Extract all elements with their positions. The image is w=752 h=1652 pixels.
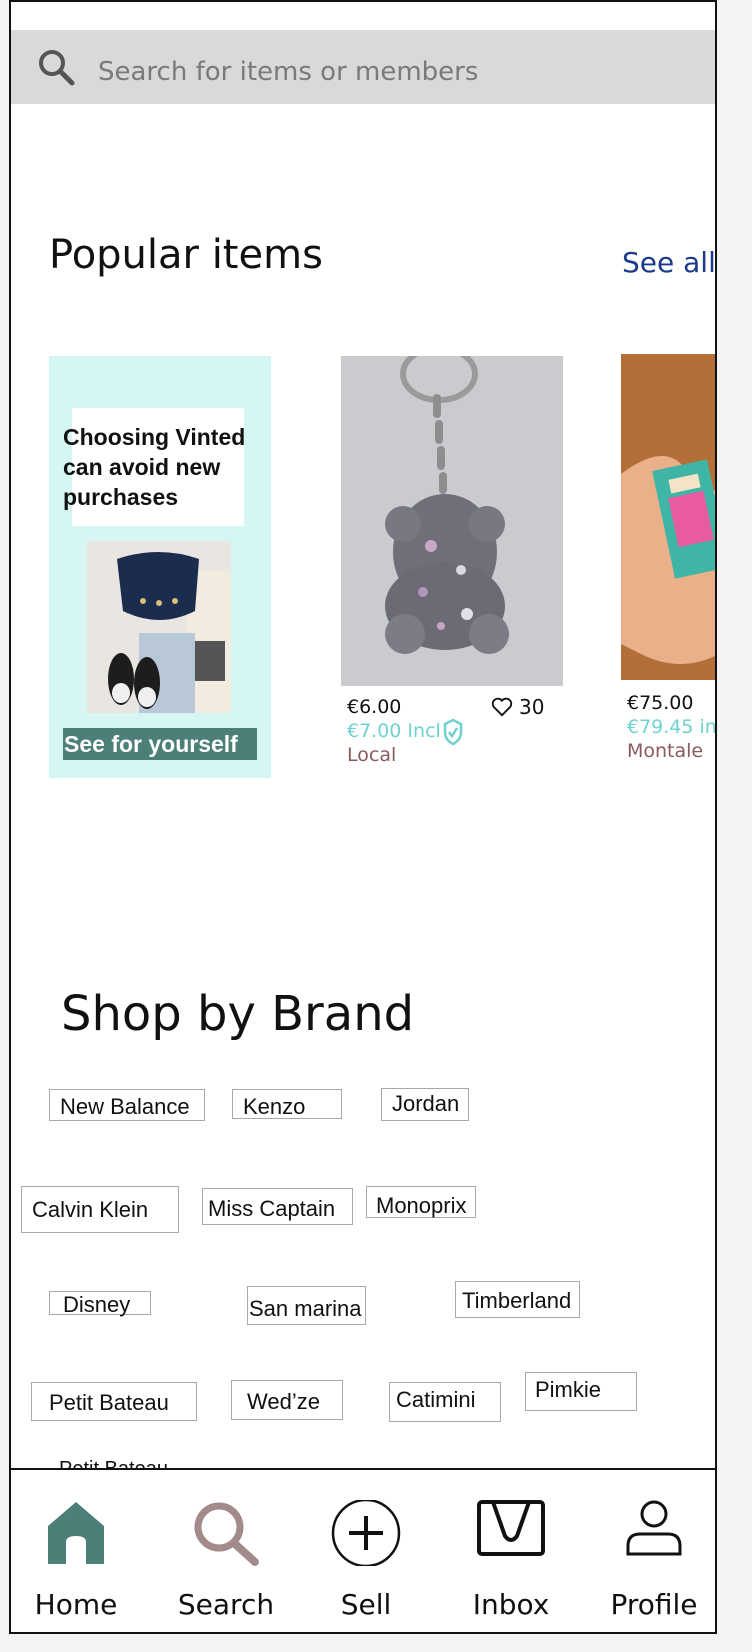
bottom-tab-bar: Home Search Sell Inbox Profile <box>11 1468 715 1632</box>
inbox-icon <box>477 1500 545 1556</box>
brand-chip-calvin-klein[interactable]: Calvin Klein <box>21 1186 179 1233</box>
item-price: €75.00 <box>627 692 694 714</box>
brand-chip-petit-bateau[interactable]: Petit Bateau <box>31 1382 197 1421</box>
item-location: Montale <box>627 740 704 762</box>
brand-chip-san-marina[interactable]: San marina <box>247 1286 366 1325</box>
tab-label: Search <box>177 1588 275 1621</box>
brand-chip-miss-captain[interactable]: Miss Captain <box>202 1188 353 1225</box>
promo-text: Choosing Vinted can avoid new purchases <box>63 424 246 510</box>
item-price-incl: €7.00 Incl <box>347 720 441 742</box>
background-strip <box>717 0 752 1652</box>
app-screen: Search for items or members Popular item… <box>9 0 717 1634</box>
brand-chip-catimini[interactable]: Catimini <box>389 1382 501 1422</box>
item-price-incl: €79.45 in <box>627 716 717 738</box>
tab-search[interactable]: Search <box>151 1470 301 1632</box>
heart-icon <box>491 697 513 717</box>
plus-circle-icon <box>331 1500 401 1566</box>
promo-card[interactable]: Choosing Vinted can avoid new purchases … <box>49 356 271 778</box>
search-icon <box>39 50 75 86</box>
favorite-button[interactable]: 30 <box>491 695 544 719</box>
tab-label: Sell <box>340 1588 392 1621</box>
tab-label: Home <box>34 1588 118 1621</box>
brand-chip-wedze[interactable]: Wed’ze <box>231 1380 343 1420</box>
tab-profile[interactable]: Profile <box>589 1470 715 1632</box>
popular-items-title: Popular items <box>49 232 323 278</box>
tab-sell[interactable]: Sell <box>301 1470 431 1632</box>
search-bar[interactable]: Search for items or members <box>11 30 715 104</box>
brand-chip-kenzo[interactable]: Kenzo <box>232 1089 342 1119</box>
tab-label: Profile <box>610 1588 698 1621</box>
home-icon <box>48 1502 104 1564</box>
brand-chip-pimkie[interactable]: Pimkie <box>525 1372 637 1411</box>
item-location: Local <box>347 744 397 766</box>
promo-image <box>87 541 231 713</box>
brand-chip-jordan[interactable]: Jordan <box>381 1088 469 1121</box>
item-image[interactable] <box>621 354 715 680</box>
brand-chip-timberland[interactable]: Timberland <box>455 1281 580 1318</box>
tab-label: Inbox <box>472 1588 550 1621</box>
brand-chip-new-balance[interactable]: New Balance <box>49 1089 205 1121</box>
shop-by-brand-title: Shop by Brand <box>61 986 415 1042</box>
brand-chip-monoprix[interactable]: Monoprix <box>366 1186 476 1218</box>
profile-icon <box>626 1500 682 1556</box>
item-price: €6.00 <box>347 696 402 718</box>
search-input[interactable]: Search for items or members <box>98 58 478 87</box>
see-all-link[interactable]: See all <box>622 246 715 279</box>
search-icon <box>194 1502 259 1566</box>
see-for-yourself-button[interactable]: See for yourself <box>63 728 257 760</box>
likes-count: 30 <box>519 695 545 719</box>
item-image[interactable] <box>341 356 563 686</box>
tab-home[interactable]: Home <box>11 1470 141 1632</box>
buyer-protection-icon <box>443 718 463 746</box>
tab-inbox[interactable]: Inbox <box>441 1470 581 1632</box>
brand-chip-disney[interactable]: Disney <box>49 1291 151 1316</box>
